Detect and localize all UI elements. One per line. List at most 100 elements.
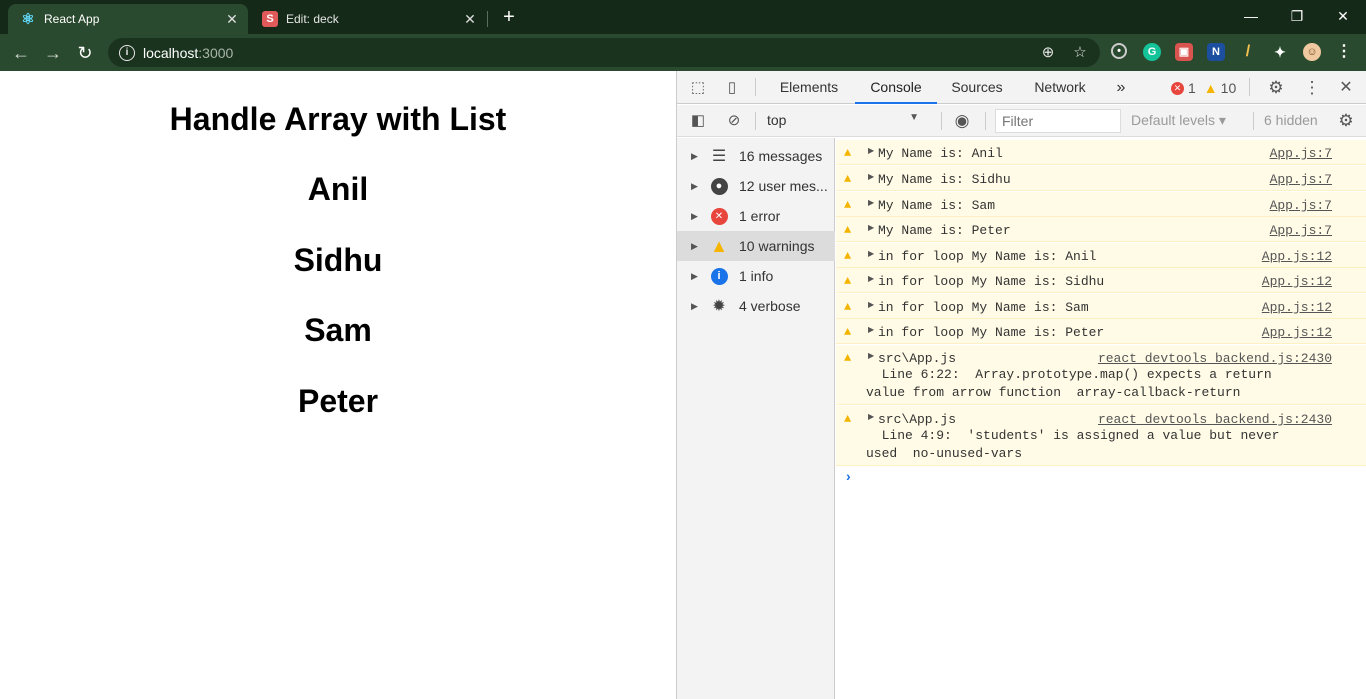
tab-edit-deck[interactable]: S Edit: deck ✕ [250,4,486,34]
console-messages: ▲ ▶ My Name is: Anil App.js:7 ▲ ▶ My Nam… [836,138,1366,699]
expand-arrow-icon[interactable]: ▶ [868,412,874,422]
address-bar[interactable]: i localhost:3000 ⊕ ☆ [108,38,1100,67]
record-extension-icon[interactable]: • [1111,43,1127,59]
expand-arrow-icon: ▶ [691,210,698,221]
sidebar-item-verbose[interactable]: ▶ ✹ 4 verbose [677,291,835,321]
console-warning-row[interactable]: ▲ ▶ in for loop My Name is: Sam App.js:1… [836,294,1366,319]
console-warning-row[interactable]: ▲ ▶ My Name is: Sidhu App.js:7 [836,166,1366,191]
close-window-button[interactable]: ✕ [1320,4,1366,28]
restore-button[interactable]: ❐ [1274,4,1320,28]
console-warning-row[interactable]: ▲ ▶ My Name is: Anil App.js:7 [836,140,1366,165]
expand-arrow-icon[interactable]: ▶ [868,274,874,284]
source-link[interactable]: App.js:7 [1270,146,1332,161]
zoom-icon[interactable]: ⊕ [1038,43,1058,63]
bookmark-star-icon[interactable]: ☆ [1070,43,1090,63]
console-settings-gear-icon[interactable]: ⚙ [1335,110,1357,132]
sidebar-item-info[interactable]: ▶ i 1 info [677,261,835,291]
sidebar-item-warnings[interactable]: ▶ ▲ 10 warnings [677,231,835,261]
reload-button[interactable]: ↻ [72,40,98,66]
expand-arrow-icon[interactable]: ▶ [868,351,874,361]
console-warning-row[interactable]: ▲ ▶ in for loop My Name is: Peter App.js… [836,319,1366,344]
console-prompt[interactable]: › [846,468,851,484]
expand-arrow-icon[interactable]: ▶ [868,325,874,335]
page-viewport: Handle Array with List Anil Sidhu Sam Pe… [0,71,676,699]
live-expression-eye-icon[interactable]: ◉ [951,110,973,132]
divider [1249,78,1250,96]
filter-input[interactable] [995,109,1121,133]
console-warning-row[interactable]: ▲ ▶ My Name is: Sam App.js:7 [836,192,1366,217]
source-link[interactable]: App.js:7 [1270,223,1332,238]
console-warning-row[interactable]: ▲ ▶ in for loop My Name is: Sidhu App.js… [836,268,1366,293]
forward-button[interactable]: → [40,40,66,66]
more-tabs-button[interactable]: » [1109,71,1133,104]
issue-counter[interactable]: ✕ 1 ▲ 10 [1171,79,1236,97]
source-link[interactable]: App.js:12 [1262,325,1332,340]
expand-arrow-icon: ▶ [691,240,698,251]
source-link[interactable]: App.js:12 [1262,274,1332,289]
sidebar-item-user-messages[interactable]: ▶ ● 12 user mes... [677,171,835,201]
pencil-extension-icon[interactable]: / [1239,43,1257,61]
message-text: My Name is: Sam [878,198,996,213]
source-link[interactable]: App.js:12 [1262,249,1332,264]
new-tab-button[interactable]: + [498,6,520,28]
clear-console-icon[interactable]: ⊘ [723,110,745,132]
info-icon: i [709,266,729,286]
divider [755,78,756,96]
devtools-menu-icon[interactable]: ⋮ [1301,77,1323,99]
expand-arrow-icon[interactable]: ▶ [868,223,874,233]
tab-network[interactable]: Network [1019,71,1101,104]
warning-icon: ▲ [844,412,852,426]
message-text: src\App.js [878,351,957,366]
n-extension-icon[interactable]: N [1207,43,1225,61]
expand-arrow-icon[interactable]: ▶ [868,249,874,259]
source-link[interactable]: react_devtools_backend.js:2430 [1098,351,1332,366]
expand-arrow-icon: ▶ [691,270,698,281]
console-filter-bar: ◧ ⊘ top ▼ ◉ Default levels ▾ 6 hidden ⚙ [677,105,1366,137]
log-levels-select[interactable]: Default levels ▾ [1131,112,1226,129]
minimize-button[interactable]: — [1228,4,1274,28]
url-port: :3000 [198,44,234,61]
back-button[interactable]: ← [8,40,34,66]
profile-avatar[interactable]: ☺ [1303,43,1321,61]
sidebar-toggle-icon[interactable]: ◧ [687,110,709,132]
message-detail: Line 6:22: Array.prototype.map() expects… [866,367,1272,382]
console-lint-warning[interactable]: ▲ ▶ src\App.js react_devtools_backend.js… [836,406,1366,466]
devtools-tab-bar: ⬚ ▯ Elements Console Sources Network » ✕… [677,71,1366,104]
browser-menu-icon[interactable]: ⋮ [1335,43,1353,61]
tab-console[interactable]: Console [855,71,937,104]
grammarly-extension-icon[interactable]: G [1143,43,1161,61]
close-tab-icon[interactable]: ✕ [460,11,480,28]
divider [985,112,986,130]
puzzle-extensions-icon[interactable]: ✦ [1271,43,1289,61]
sidebar-item-messages[interactable]: ▶ ☰ 16 messages [677,141,835,171]
tab-sources[interactable]: Sources [939,71,1015,104]
source-link[interactable]: App.js:7 [1270,198,1332,213]
source-link[interactable]: App.js:12 [1262,300,1332,315]
sidebar-item-errors[interactable]: ▶ ✕ 1 error [677,201,835,231]
source-link[interactable]: App.js:7 [1270,172,1332,187]
extension-icon[interactable]: ▣ [1175,43,1193,61]
close-devtools-icon[interactable]: ✕ [1335,77,1357,99]
bug-icon: ✹ [712,298,726,315]
inspect-element-icon[interactable]: ⬚ [687,77,709,99]
message-text: My Name is: Anil [878,146,1003,161]
tab-react-app[interactable]: ⚛ React App ✕ [8,4,248,34]
console-lint-warning[interactable]: ▲ ▶ src\App.js react_devtools_backend.js… [836,345,1366,405]
device-toolbar-icon[interactable]: ▯ [721,77,743,99]
close-tab-icon[interactable]: ✕ [222,11,242,28]
error-icon: ✕ [1171,81,1184,95]
site-info-icon[interactable]: i [119,44,135,61]
expand-arrow-icon[interactable]: ▶ [868,198,874,208]
console-warning-row[interactable]: ▲ ▶ in for loop My Name is: Anil App.js:… [836,243,1366,268]
settings-gear-icon[interactable]: ⚙ [1265,77,1287,99]
message-text: My Name is: Peter [878,223,1011,238]
expand-arrow-icon[interactable]: ▶ [868,146,874,156]
source-link[interactable]: react_devtools_backend.js:2430 [1098,412,1332,427]
expand-arrow-icon[interactable]: ▶ [868,300,874,310]
tab-elements[interactable]: Elements [765,71,853,104]
expand-arrow-icon[interactable]: ▶ [868,172,874,182]
sidebar-item-label: 1 error [739,208,781,224]
context-select[interactable]: top ▼ [767,112,927,130]
console-warning-row[interactable]: ▲ ▶ My Name is: Peter App.js:7 [836,217,1366,242]
warning-icon: ▲ [844,325,852,339]
